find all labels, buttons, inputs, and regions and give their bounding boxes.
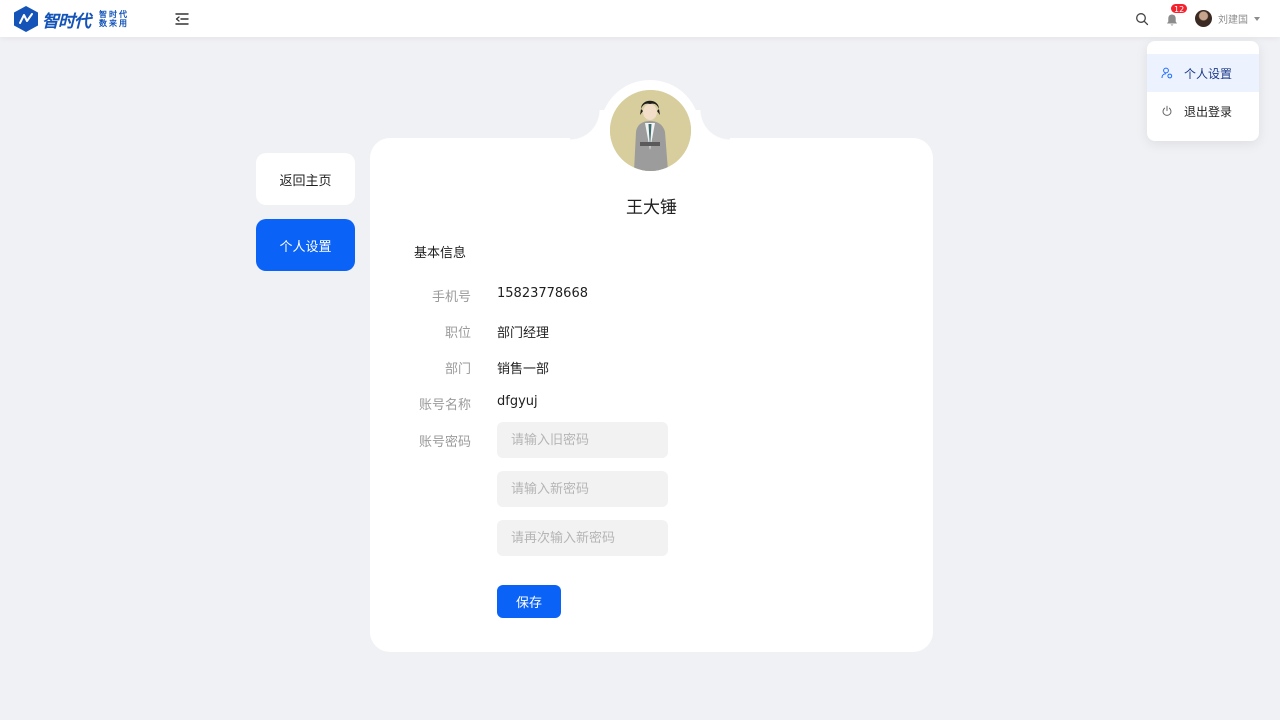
notification-badge: 12: [1170, 2, 1189, 14]
user-settings-icon: [1161, 67, 1173, 79]
save-button[interactable]: 保存: [497, 585, 561, 618]
back-home-button[interactable]: 返回主页: [256, 153, 355, 205]
power-icon: [1162, 105, 1172, 116]
logo-subtext: 智时代数来用: [99, 10, 129, 28]
section-title: 基本信息: [414, 246, 467, 261]
department-label: 部门: [444, 362, 471, 377]
notification-button[interactable]: 12: [1165, 2, 1189, 26]
menu-item-personal-settings[interactable]: 个人设置: [1147, 54, 1259, 92]
menu-item-logout[interactable]: 退出登录: [1147, 92, 1259, 130]
logo-mark-icon: [14, 6, 38, 32]
menu-item-label: 退出登录: [1184, 104, 1233, 119]
menu-collapse-icon[interactable]: [174, 11, 190, 27]
user-name: 刘建国: [1218, 15, 1248, 26]
header-right: 12 刘建国: [1135, 0, 1260, 37]
menu-item-label: 个人设置: [1184, 66, 1233, 81]
account-name-label: 账号名称: [418, 398, 471, 413]
search-icon[interactable]: [1135, 12, 1149, 26]
new-password-input[interactable]: [497, 471, 668, 507]
confirm-password-input[interactable]: [497, 520, 668, 556]
position-value: 部门经理: [497, 326, 550, 341]
old-password-input[interactable]: [497, 422, 668, 458]
logo[interactable]: 智时代 智时代数来用: [14, 5, 133, 33]
user-menu[interactable]: 刘建国: [1195, 10, 1260, 27]
avatar: [1195, 10, 1212, 27]
position-label: 职位: [444, 326, 471, 341]
personal-settings-button[interactable]: 个人设置: [256, 219, 355, 271]
phone-label: 手机号: [431, 290, 471, 305]
profile-avatar-illustration: [610, 90, 691, 171]
phone-value: 15823778668: [497, 286, 588, 301]
password-label: 账号密码: [418, 435, 471, 450]
bell-icon: [1167, 14, 1177, 25]
chevron-down-icon: [1254, 16, 1260, 21]
account-name-value: dfgyuj: [497, 394, 538, 409]
profile-name: 王大锤: [626, 198, 677, 218]
user-dropdown-menu: 个人设置 退出登录: [1147, 41, 1259, 141]
logo-text: 智时代: [42, 11, 91, 32]
profile-avatar[interactable]: [610, 90, 691, 171]
department-value: 销售一部: [497, 362, 550, 377]
top-header: 智时代 智时代数来用 12 刘建国: [0, 0, 1280, 37]
